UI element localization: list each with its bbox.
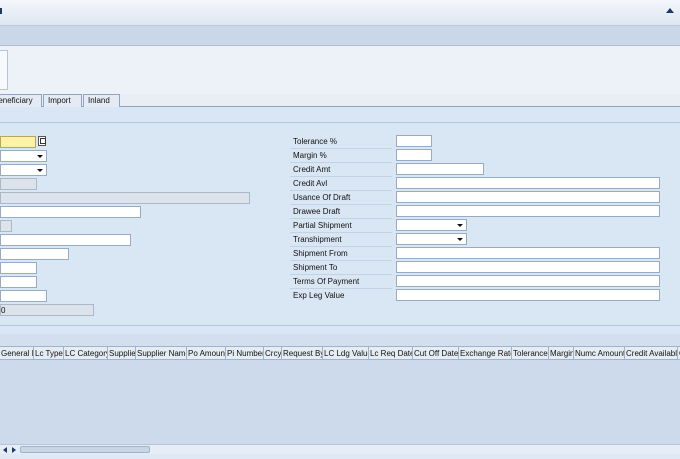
terms-of-payment-field[interactable] <box>396 275 660 287</box>
column-header[interactable]: Supplier Name <box>136 347 187 359</box>
label-credit-amt: Credit Amt <box>293 165 331 174</box>
general-in-field[interactable] <box>0 136 36 148</box>
column-header[interactable]: Request By <box>282 347 323 359</box>
tab-strip: Beneficiary Import Inland <box>0 94 680 107</box>
currency-field <box>0 220 12 232</box>
column-header[interactable]: Credit Available <box>625 347 678 359</box>
divider <box>290 204 392 205</box>
label-shipment-to: Shipment To <box>293 263 338 272</box>
label-partial-shipment: Partial Shipment <box>293 221 352 230</box>
column-header[interactable]: Crcy <box>264 347 282 359</box>
label-margin: Margin % <box>293 151 327 160</box>
divider <box>290 288 392 289</box>
tab-label: Import <box>48 96 71 105</box>
column-header[interactable]: Lc Type <box>34 347 64 359</box>
label-shipment-from: Shipment From <box>293 249 348 258</box>
divider <box>0 122 680 123</box>
request-by-field[interactable] <box>0 248 69 260</box>
scroll-right-icon[interactable] <box>12 447 16 453</box>
column-header[interactable]: LC Ldg Value <box>323 347 369 359</box>
label-transhipment: Transhipment <box>293 235 342 244</box>
column-header[interactable]: Cut Off Date <box>413 347 459 359</box>
po-amount-field[interactable] <box>0 206 141 218</box>
tab-import[interactable]: Import <box>43 94 82 107</box>
divider <box>290 162 392 163</box>
usance-of-draft-field[interactable] <box>396 191 660 203</box>
lc-req-date-field[interactable] <box>0 262 37 274</box>
lc-type-dropdown[interactable] <box>0 150 47 162</box>
scrollbar-thumb[interactable] <box>20 446 150 453</box>
collapse-arrow-icon[interactable] <box>666 8 674 13</box>
pi-number-field[interactable] <box>0 234 131 246</box>
tab-beneficiary[interactable]: Beneficiary <box>0 94 42 107</box>
divider <box>290 148 392 149</box>
label-usance-of-draft: Usance Of Draft <box>293 193 351 202</box>
divider <box>290 190 392 191</box>
credit-amt-field[interactable] <box>396 163 484 175</box>
scroll-left-icon[interactable] <box>3 447 7 453</box>
column-header[interactable]: Lc Req Date <box>369 347 413 359</box>
shipment-from-field[interactable] <box>396 247 660 259</box>
grid-toolbar <box>0 334 680 346</box>
divider <box>290 246 392 247</box>
exp-leg-value-field[interactable] <box>396 289 660 301</box>
cut-off-date-field[interactable] <box>0 276 37 288</box>
divider <box>290 176 392 177</box>
label-drawee-draft: Drawee Draft <box>293 207 341 216</box>
column-header[interactable]: Numc Amount <box>574 347 625 359</box>
header-area <box>0 46 680 94</box>
tab-inland[interactable]: Inland <box>83 94 120 107</box>
grid-body[interactable] <box>0 360 680 444</box>
column-header[interactable]: Pi Number <box>226 347 264 359</box>
column-header[interactable]: Po Amount <box>187 347 226 359</box>
divider <box>290 260 392 261</box>
window-menu-icon[interactable] <box>0 8 2 14</box>
column-header[interactable]: Tolerance <box>512 347 549 359</box>
exchange-rate-field[interactable] <box>0 290 47 302</box>
label-credit-avl: Credit Avl <box>293 179 328 188</box>
title-bar <box>0 0 680 26</box>
value-help-icon[interactable] <box>38 136 46 146</box>
tolerance-field[interactable] <box>396 135 432 147</box>
lc-category-dropdown[interactable] <box>0 164 47 176</box>
margin-field[interactable] <box>396 149 432 161</box>
lc-ldg-value-field: 0 <box>0 304 94 316</box>
label-terms-of-payment: Terms Of Payment <box>293 277 360 286</box>
grid-header: General In Lc Type LC Category Supplier … <box>0 346 680 360</box>
partial-shipment-dropdown[interactable] <box>396 219 467 231</box>
column-header[interactable]: General In <box>0 347 34 359</box>
column-header[interactable]: Supplier <box>108 347 136 359</box>
drawee-draft-field[interactable] <box>396 205 660 217</box>
tab-label: Beneficiary <box>0 96 33 105</box>
tab-label: Inland <box>88 96 110 105</box>
label-exp-leg-value: Exp Leg Value <box>293 291 345 300</box>
horizontal-scrollbar[interactable] <box>0 444 680 454</box>
divider <box>290 218 392 219</box>
application-toolbar <box>0 26 680 46</box>
status-area <box>0 454 680 459</box>
credit-avl-field[interactable] <box>396 177 660 189</box>
column-header[interactable]: Margin <box>549 347 574 359</box>
divider <box>290 274 392 275</box>
supplier-field <box>0 178 37 190</box>
header-panel <box>0 50 8 90</box>
label-tolerance: Tolerance % <box>293 137 338 146</box>
transhipment-dropdown[interactable] <box>396 233 467 245</box>
shipment-to-field[interactable] <box>396 261 660 273</box>
lc-ldg-value: 0 <box>1 306 6 315</box>
supplier-name-field <box>0 192 250 204</box>
column-header[interactable]: Exchange Rate <box>459 347 512 359</box>
column-header[interactable]: LC Category <box>64 347 108 359</box>
divider <box>290 232 392 233</box>
divider <box>0 325 680 326</box>
